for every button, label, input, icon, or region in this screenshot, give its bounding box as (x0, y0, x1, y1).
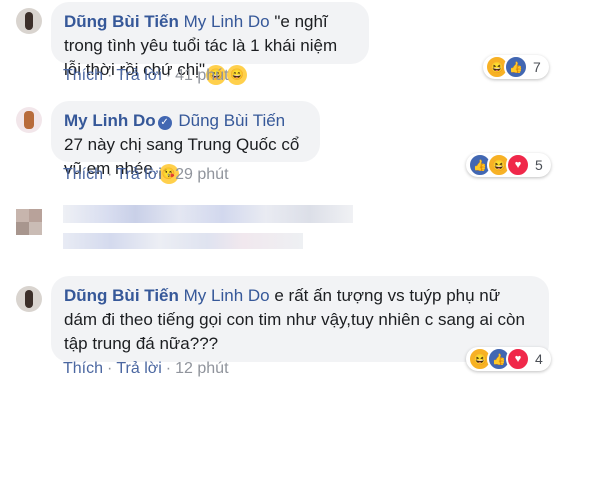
comment-actions: Thích · Trả lời · 41 phút (63, 67, 229, 84)
like-link[interactable]: Thích (63, 360, 103, 377)
comment-timestamp[interactable]: 41 phút (175, 67, 228, 84)
comment-bubble: My Linh Do ✓ Dũng Bùi Tiến 27 này chị san… (51, 101, 320, 184)
comment-bubble: Dũng Bùi Tiến My Linh Do "e nghĩ trong t… (51, 2, 369, 85)
comment-tag[interactable]: Dũng Bùi Tiến (178, 111, 285, 130)
love-reaction-icon: ♥ (506, 347, 530, 371)
reply-link[interactable]: Trả lời (116, 360, 161, 377)
reply-link[interactable]: Trả lời (116, 166, 161, 183)
reaction-summary[interactable]: 😆 👍 ♥ 4 (466, 347, 551, 371)
comment-actions: Thích · Trả lời · 29 phút (63, 166, 229, 183)
like-link[interactable]: Thích (63, 166, 103, 183)
love-reaction-icon: ♥ (506, 153, 530, 177)
reaction-count: 4 (535, 351, 543, 367)
comment-author[interactable]: Dũng Bùi Tiến (64, 286, 179, 305)
reaction-summary[interactable]: 😆 👍 7 (483, 55, 549, 79)
pixelated-comment (0, 195, 360, 265)
reaction-count: 5 (535, 157, 543, 173)
comment-tag[interactable]: My Linh Do (184, 12, 270, 31)
avatar[interactable] (16, 107, 42, 133)
comment-timestamp[interactable]: 12 phút (175, 360, 228, 377)
reaction-count: 7 (533, 59, 541, 75)
avatar[interactable] (16, 286, 42, 312)
comment-timestamp[interactable]: 29 phút (175, 166, 228, 183)
comment-actions: Thích · Trả lời · 12 phút (63, 360, 229, 377)
comment-author[interactable]: My Linh Do (64, 111, 156, 130)
comment-author[interactable]: Dũng Bùi Tiến (64, 12, 179, 31)
avatar[interactable] (16, 8, 42, 34)
verified-badge-icon: ✓ (157, 116, 172, 130)
reply-link[interactable]: Trả lời (116, 67, 161, 84)
grinning-face-icon: 😄 (227, 65, 247, 85)
like-link[interactable]: Thích (63, 67, 103, 84)
comment-tag[interactable]: My Linh Do (184, 286, 270, 305)
like-reaction-icon: 👍 (504, 55, 528, 79)
reaction-summary[interactable]: 👍 😆 ♥ 5 (466, 153, 551, 177)
